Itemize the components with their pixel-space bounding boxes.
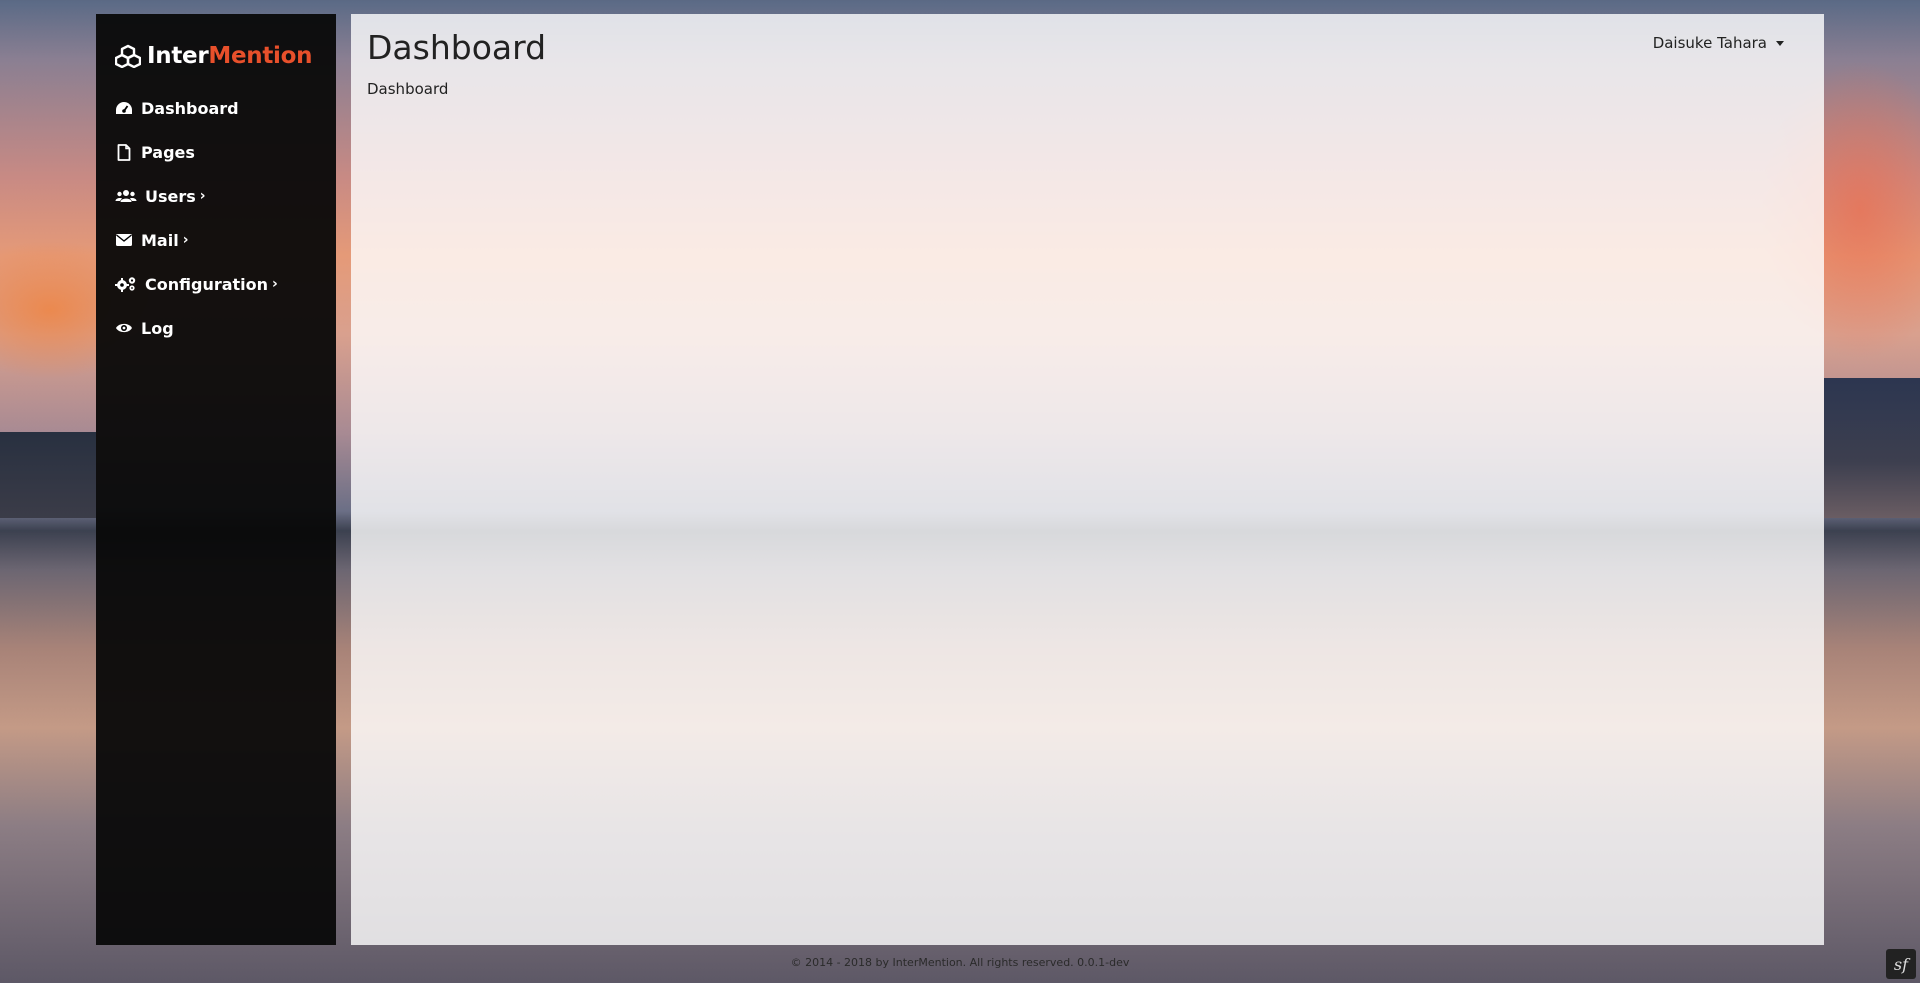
- user-name: Daisuke Tahara: [1652, 34, 1767, 52]
- footer: © 2014 - 2018 by InterMention. All right…: [0, 956, 1920, 969]
- background-skyline: [0, 432, 96, 518]
- cubes-icon: [115, 44, 141, 68]
- chevron-right-icon: ›: [272, 276, 278, 292]
- sidebar-item-dashboard[interactable]: Dashboard: [96, 86, 336, 130]
- cogs-icon: [115, 276, 137, 292]
- file-icon: [115, 143, 133, 161]
- sidebar-nav: Dashboard Pages Users › Mail › Configura…: [96, 86, 336, 350]
- sidebar-item-label: Dashboard: [141, 98, 239, 118]
- debug-badge-glyph: sf: [1893, 954, 1909, 974]
- sidebar: Inter Mention Dashboard Pages Users › Ma…: [96, 14, 336, 945]
- breadcrumb[interactable]: Dashboard: [367, 80, 448, 98]
- sidebar-item-users[interactable]: Users ›: [96, 174, 336, 218]
- footer-copyright: © 2014 - 2018 by InterMention. All right…: [790, 956, 1130, 969]
- tachometer-icon: [115, 100, 133, 116]
- main-panel: Dashboard Dashboard Daisuke Tahara: [351, 14, 1824, 945]
- sidebar-item-configuration[interactable]: Configuration ›: [96, 262, 336, 306]
- brand-name-part2: Mention: [208, 43, 313, 69]
- page-title: Dashboard: [367, 28, 547, 67]
- users-icon: [115, 188, 137, 204]
- eye-icon: [115, 320, 133, 336]
- symfony-debug-icon[interactable]: sf: [1886, 949, 1916, 979]
- sidebar-item-mail[interactable]: Mail ›: [96, 218, 336, 262]
- background-skyline: [1824, 378, 1920, 518]
- user-menu-toggle[interactable]: Daisuke Tahara: [1653, 34, 1784, 52]
- chevron-right-icon: ›: [199, 188, 206, 204]
- sidebar-item-label: Mail: [141, 230, 179, 250]
- brand-name-part1: Inter: [147, 43, 209, 69]
- sidebar-item-label: Users: [145, 186, 196, 206]
- caret-down-icon: [1776, 40, 1784, 46]
- sidebar-item-label: Configuration: [145, 274, 269, 294]
- envelope-icon: [115, 232, 133, 248]
- brand-logo[interactable]: Inter Mention: [96, 36, 336, 76]
- sidebar-item-label: Log: [141, 318, 174, 338]
- sidebar-item-label: Pages: [141, 142, 195, 162]
- chevron-right-icon: ›: [182, 232, 189, 248]
- sidebar-item-log[interactable]: Log: [96, 306, 336, 350]
- sidebar-item-pages[interactable]: Pages: [96, 130, 336, 174]
